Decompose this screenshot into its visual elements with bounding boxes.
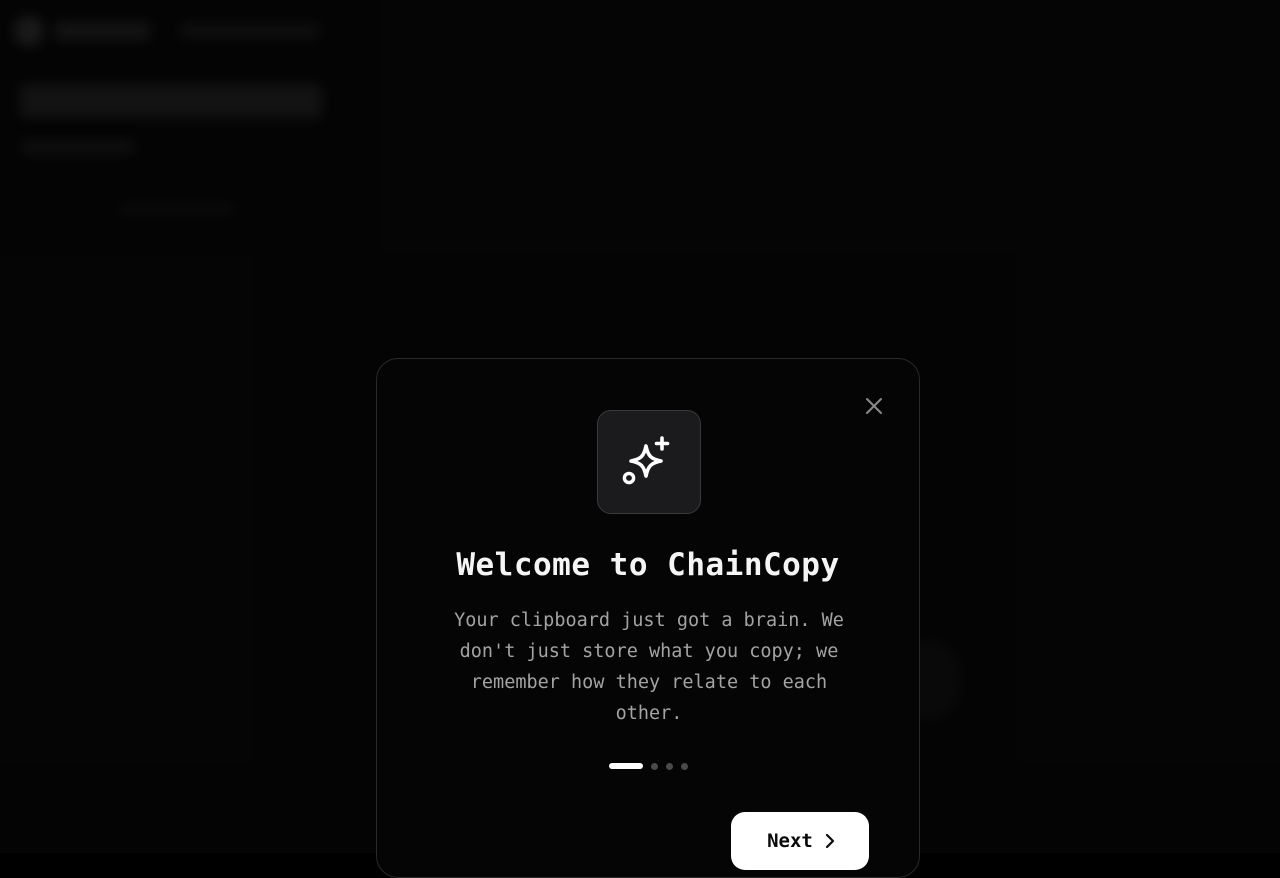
chevron-right-icon — [821, 832, 839, 850]
next-button-label: Next — [767, 830, 813, 852]
modal-title: Welcome to ChainCopy — [377, 547, 919, 583]
sparkles-icon — [621, 434, 677, 490]
close-button[interactable] — [861, 393, 887, 419]
step-dot[interactable] — [666, 763, 673, 770]
step-dot[interactable] — [681, 763, 688, 770]
next-button[interactable]: Next — [731, 812, 869, 870]
onboarding-modal: Welcome to ChainCopy Your clipboard just… — [376, 358, 920, 878]
step-indicator — [609, 762, 688, 770]
close-icon — [864, 396, 884, 416]
step-dot-active[interactable] — [609, 763, 643, 769]
hero-icon-container — [597, 410, 701, 514]
modal-description: Your clipboard just got a brain. We don'… — [439, 605, 859, 729]
step-dot[interactable] — [651, 763, 658, 770]
